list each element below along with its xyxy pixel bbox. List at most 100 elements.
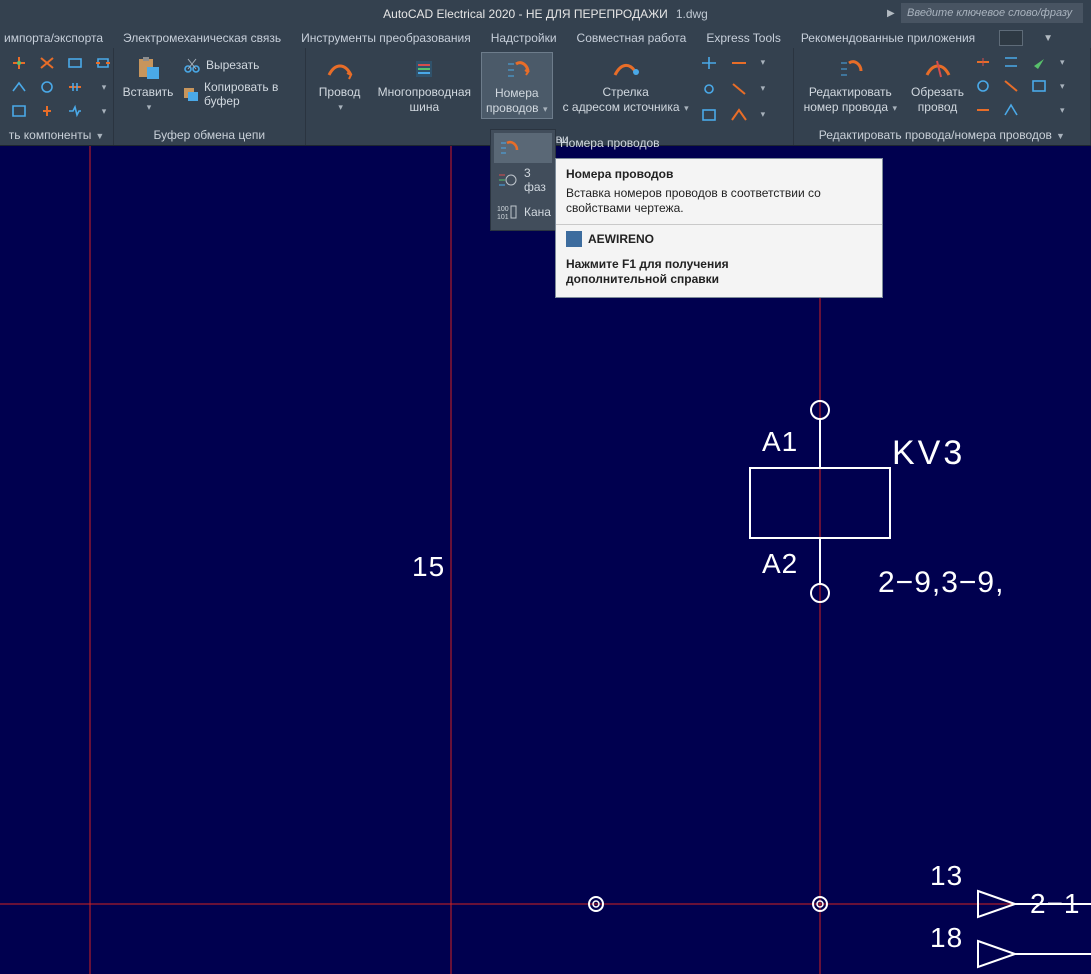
edit-tool-icon[interactable]: ▾ — [1058, 54, 1084, 76]
cut-icon — [182, 56, 202, 74]
panel-components: ▾ ▾ ть компоненты▼ — [0, 48, 114, 145]
search-input[interactable]: ▶ Введите ключевое слово/фразу — [901, 3, 1083, 23]
tab-electromech[interactable]: Электромеханическая связь — [123, 31, 281, 45]
edit-tool-icon[interactable] — [1002, 54, 1028, 76]
edit-tool-icon[interactable] — [974, 102, 1000, 124]
app-title: AutoCAD Electrical 2020 - НЕ ДЛЯ ПЕРЕПРО… — [383, 7, 668, 21]
tab-recommended-apps[interactable]: Рекомендованные приложения — [801, 31, 975, 45]
insert-tool-icon[interactable] — [699, 80, 727, 104]
edit-tool-icon[interactable] — [974, 54, 1000, 76]
panel-clipboard: Вставить ▾ Вырезать Копировать в буфер Б… — [114, 48, 306, 145]
canvas-label-a1: A1 — [762, 426, 798, 458]
edit-tool-icon[interactable] — [974, 78, 1000, 100]
multiwire-bus-button[interactable]: Многопроводная шина — [374, 52, 475, 116]
component-icon[interactable] — [34, 100, 60, 122]
source-arrow-icon — [609, 54, 643, 84]
component-icon-grid: ▾ ▾ — [6, 52, 116, 122]
insert-tool-icon[interactable]: ▾ — [759, 54, 787, 78]
insert-tool-icon[interactable] — [729, 80, 757, 104]
tab-convert-tools[interactable]: Инструменты преобразования — [301, 31, 471, 45]
tooltip-command: AEWIRENO — [556, 225, 882, 253]
edit-tool-icon[interactable] — [1030, 78, 1056, 100]
search-indicator-icon: ▶ — [887, 8, 895, 19]
drawing-svg — [0, 146, 1091, 974]
edit-small-grid: ▾ ▾ ▾ — [974, 52, 1084, 124]
component-icon[interactable] — [6, 52, 32, 74]
component-icon[interactable] — [34, 52, 60, 74]
edit-tool-icon[interactable] — [1030, 54, 1056, 76]
canvas-label-15: 15 — [412, 551, 445, 583]
trim-wire-button[interactable]: Обрезать провод — [907, 52, 968, 116]
dropdown-first-label[interactable]: Номера проводов — [560, 136, 660, 150]
insert-tool-icon[interactable]: ▾ — [759, 106, 787, 130]
dropdown-item-3phase[interactable]: 3 фаз — [494, 163, 552, 197]
copy-icon — [182, 85, 200, 103]
component-icon[interactable] — [62, 76, 88, 98]
source-arrow-button[interactable]: Стрелка с адресом источника ▾ — [559, 52, 693, 117]
wire-numbers-icon — [500, 55, 534, 85]
paste-icon — [131, 54, 165, 84]
channel-icon: 100101 — [496, 200, 518, 224]
wire-button[interactable]: Провод ▾ — [312, 52, 368, 116]
canvas-label-eq: 2−9,3−9, — [878, 566, 1004, 600]
component-icon[interactable] — [6, 76, 32, 98]
component-icon[interactable] — [6, 100, 32, 122]
insert-tool-icon[interactable]: ▾ — [759, 80, 787, 104]
dropdown-item-channel[interactable]: 100101 Кана — [494, 197, 552, 227]
wire-numbers-dropdown: 3 фаз 100101 Кана — [490, 129, 556, 231]
multiwire-icon — [407, 54, 441, 84]
canvas-label-13: 13 — [930, 860, 963, 892]
tab-collab[interactable]: Совместная работа — [577, 31, 687, 45]
dropdown-item-wire-numbers[interactable] — [494, 133, 552, 163]
tab-apps-icon[interactable] — [999, 30, 1023, 46]
paste-button[interactable]: Вставить ▾ — [120, 52, 176, 116]
copy-button[interactable]: Копировать в буфер — [182, 80, 299, 108]
panel-edit-wires: Редактировать номер провода ▾ Обрезать п… — [794, 48, 1091, 145]
drawing-canvas[interactable]: 15 A1 A2 KV3 2−9,3−9, 13 18 2−1 — [0, 146, 1091, 974]
insert-tool-icon[interactable] — [699, 106, 727, 130]
tab-import-export[interactable]: импорта/экспорта — [4, 31, 103, 45]
component-icon[interactable] — [34, 76, 60, 98]
search-placeholder: Введите ключевое слово/фразу — [907, 7, 1072, 19]
edit-tool-icon[interactable]: ▾ — [1058, 78, 1084, 100]
command-icon — [566, 231, 582, 247]
svg-text:101: 101 — [497, 214, 509, 221]
three-phase-icon — [496, 168, 518, 192]
canvas-label-a2: A2 — [762, 548, 798, 580]
component-icon[interactable]: ▾ — [90, 100, 116, 122]
canvas-label-kv3: KV3 — [892, 434, 965, 473]
edit-wire-number-button[interactable]: Редактировать номер провода ▾ — [800, 52, 901, 117]
tooltip-wire-numbers: Номера проводов Вставка номеров проводов… — [555, 158, 883, 298]
panel-title-clipboard[interactable]: Буфер обмена цепи — [120, 126, 299, 145]
trim-wire-icon — [921, 54, 955, 84]
canvas-label-18: 18 — [930, 922, 963, 954]
insert-tool-icon[interactable] — [729, 54, 757, 78]
component-icon[interactable] — [62, 100, 88, 122]
panel-title-components[interactable]: ть компоненты▼ — [6, 126, 107, 145]
component-icon[interactable] — [90, 52, 116, 74]
wire-icon — [323, 54, 357, 84]
tab-overflow-icon[interactable]: ▼ — [1043, 33, 1053, 44]
title-bar: AutoCAD Electrical 2020 - НЕ ДЛЯ ПЕРЕПРО… — [0, 0, 1091, 28]
edit-tool-icon[interactable]: ▾ — [1058, 102, 1084, 124]
panel-title-edit[interactable]: Редактировать провода/номера проводов▼ — [800, 126, 1084, 145]
cut-button[interactable]: Вырезать — [182, 56, 299, 74]
tooltip-help: Нажмите F1 для получениядополнительной с… — [556, 253, 882, 297]
edit-tool-icon[interactable] — [1030, 102, 1056, 124]
ribbon-tabs: импорта/экспорта Электромеханическая свя… — [0, 28, 1091, 48]
edit-wire-number-icon — [833, 54, 867, 84]
component-icon[interactable]: ▾ — [90, 76, 116, 98]
tooltip-title: Номера проводов — [556, 159, 882, 186]
svg-text:100: 100 — [497, 206, 509, 213]
tooltip-body: Вставка номеров проводов в соответствии … — [556, 186, 882, 224]
tab-express-tools[interactable]: Express Tools — [706, 31, 780, 45]
wire-numbers-button[interactable]: Номера проводов ▾ — [481, 52, 553, 119]
insert-tool-icon[interactable] — [699, 54, 727, 78]
insert-tool-icon[interactable] — [729, 106, 757, 130]
wire-numbers-small-icon — [496, 136, 520, 160]
edit-tool-icon[interactable] — [1002, 78, 1028, 100]
tab-addons[interactable]: Надстройки — [491, 31, 557, 45]
component-icon[interactable] — [62, 52, 88, 74]
insert-small-grid: ▾ ▾ ▾ — [699, 52, 787, 130]
edit-tool-icon[interactable] — [1002, 102, 1028, 124]
